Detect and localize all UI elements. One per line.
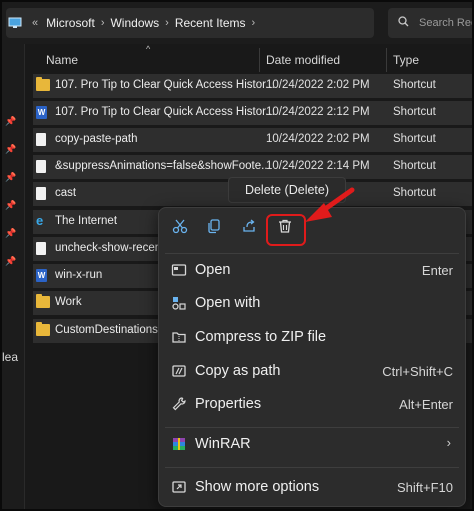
file-date-modified: 10/24/2022 2:02 PM (266, 133, 370, 145)
file-icon (36, 160, 46, 173)
file-name: The Internet (55, 215, 118, 227)
chevron-right-icon[interactable]: › (101, 17, 105, 29)
copy-path-icon (171, 363, 187, 379)
breadcrumb-overflow-icon[interactable]: « (32, 17, 38, 29)
file-type: Shortcut (393, 79, 436, 91)
file-type: Shortcut (393, 187, 436, 199)
menu-item-shortcut: Alt+Enter (399, 397, 453, 412)
chevron-right-icon[interactable]: › (165, 17, 169, 29)
file-name: &suppressAnimations=false&showFoote... (55, 160, 271, 172)
computer-icon (8, 17, 22, 29)
folder-icon (36, 322, 50, 336)
context-menu: Open Enter Open with Compress to ZIP file Co… (158, 207, 466, 507)
menu-item-open-with[interactable]: Open with (159, 287, 465, 320)
address-bar[interactable]: « Microsoft › Windows › Recent Items › (6, 8, 374, 38)
menu-separator (165, 467, 459, 468)
chevron-right-icon: › (446, 435, 451, 450)
zip-icon (171, 329, 187, 345)
open-icon (171, 262, 187, 278)
search-placeholder: Search Rec (419, 17, 474, 29)
pin-icon[interactable]: 📌 (5, 172, 16, 183)
internet-explorer-icon: e (36, 213, 44, 228)
pin-icon[interactable]: 📌 (5, 228, 16, 239)
file-name: copy-paste-path (55, 133, 138, 145)
file-type: Shortcut (393, 133, 436, 145)
column-name[interactable]: Name (46, 53, 78, 67)
file-name: Work (55, 296, 82, 308)
show-more-icon (171, 479, 187, 495)
nav-item-label[interactable]: lea (2, 350, 18, 364)
column-date-modified[interactable]: Date modified (266, 53, 340, 67)
file-name: win-x-run (55, 269, 103, 281)
file-date-modified: 10/24/2022 2:12 PM (266, 106, 370, 118)
chevron-right-icon[interactable]: › (252, 17, 256, 29)
menu-item-shortcut: Shift+F10 (396, 480, 453, 495)
menu-item-label: Open (195, 262, 231, 278)
breadcrumb-windows[interactable]: Windows (110, 16, 159, 30)
share-icon[interactable] (236, 218, 262, 242)
pin-icon[interactable]: 📌 (5, 144, 16, 155)
column-divider (259, 48, 260, 72)
file-icon (36, 133, 46, 146)
folder-icon (36, 77, 50, 91)
menu-item-label: Properties (195, 396, 262, 412)
menu-item-shortcut: Ctrl+Shift+C (382, 364, 453, 379)
file-name: uncheck-show-recent (55, 242, 165, 254)
file-type: Shortcut (393, 160, 436, 172)
search-box[interactable]: Search Rec (388, 8, 474, 38)
cut-icon[interactable] (167, 218, 193, 242)
menu-item-label: Show more options (195, 479, 320, 495)
open-with-icon (171, 295, 187, 311)
file-date-modified: 10/24/2022 2:02 PM (266, 79, 370, 91)
pin-icon[interactable]: 📌 (5, 116, 16, 127)
pin-icon[interactable]: 📌 (5, 200, 16, 211)
table-row[interactable]: &suppressAnimations=false&showFoote... 10… (33, 155, 472, 179)
navigation-pane: 📌 📌 📌 📌 📌 📌 lea (2, 44, 25, 509)
folder-icon (36, 294, 50, 308)
search-icon (398, 16, 409, 30)
sort-ascending-icon: ^ (146, 44, 151, 54)
menu-item-label: Compress to ZIP file (195, 329, 327, 345)
context-menu-actions (159, 208, 465, 252)
properties-icon (171, 396, 187, 412)
table-row[interactable]: 107. Pro Tip to Clear Quick Access Histo… (33, 74, 472, 98)
winrar-icon (171, 436, 187, 452)
table-row[interactable]: W 107. Pro Tip to Clear Quick Access Hist… (33, 101, 472, 125)
menu-item-properties[interactable]: Properties Alt+Enter (159, 388, 465, 421)
menu-item-label: WinRAR (195, 436, 251, 452)
word-doc-icon: W (36, 106, 47, 119)
file-icon (36, 242, 46, 255)
file-name: cast (55, 187, 77, 199)
column-type[interactable]: Type (393, 53, 419, 67)
delete-highlight-box (266, 214, 306, 246)
menu-item-open[interactable]: Open Enter (159, 254, 465, 287)
breadcrumb-microsoft[interactable]: Microsoft (46, 16, 95, 30)
table-row[interactable]: copy-paste-path 10/24/2022 2:02 PM Shortcu… (33, 128, 472, 152)
column-header: ^ Name Date modified Type (34, 44, 472, 74)
menu-item-winrar[interactable]: WinRAR › (159, 428, 465, 461)
file-date-modified: 10/24/2022 2:14 PM (266, 160, 370, 172)
menu-item-label: Copy as path (195, 363, 281, 379)
delete-tooltip: Delete (Delete) (228, 177, 346, 203)
breadcrumb-recent-items[interactable]: Recent Items (175, 16, 246, 30)
file-name: 107. Pro Tip to Clear Quick Access Histo… (55, 79, 275, 91)
file-explorer-window: « Microsoft › Windows › Recent Items › S… (0, 0, 474, 511)
file-icon (36, 187, 46, 200)
column-divider (386, 48, 387, 72)
file-name: CustomDestinations (55, 324, 158, 336)
menu-item-show-more-options[interactable]: Show more options Shift+F10 (159, 471, 465, 504)
word-doc-icon: W (36, 269, 47, 282)
file-name: 107. Pro Tip to Clear Quick Access Histo… (55, 106, 275, 118)
menu-item-shortcut: Enter (421, 263, 453, 278)
copy-icon[interactable] (201, 218, 227, 242)
menu-item-copy-as-path[interactable]: Copy as path Ctrl+Shift+C (159, 355, 465, 388)
address-toolbar: « Microsoft › Windows › Recent Items › S… (2, 2, 472, 44)
pin-icon[interactable]: 📌 (5, 256, 16, 267)
menu-separator (165, 427, 459, 428)
file-type: Shortcut (393, 106, 436, 118)
menu-item-compress-to-zip-file[interactable]: Compress to ZIP file (159, 321, 465, 354)
menu-item-label: Open with (195, 295, 261, 311)
